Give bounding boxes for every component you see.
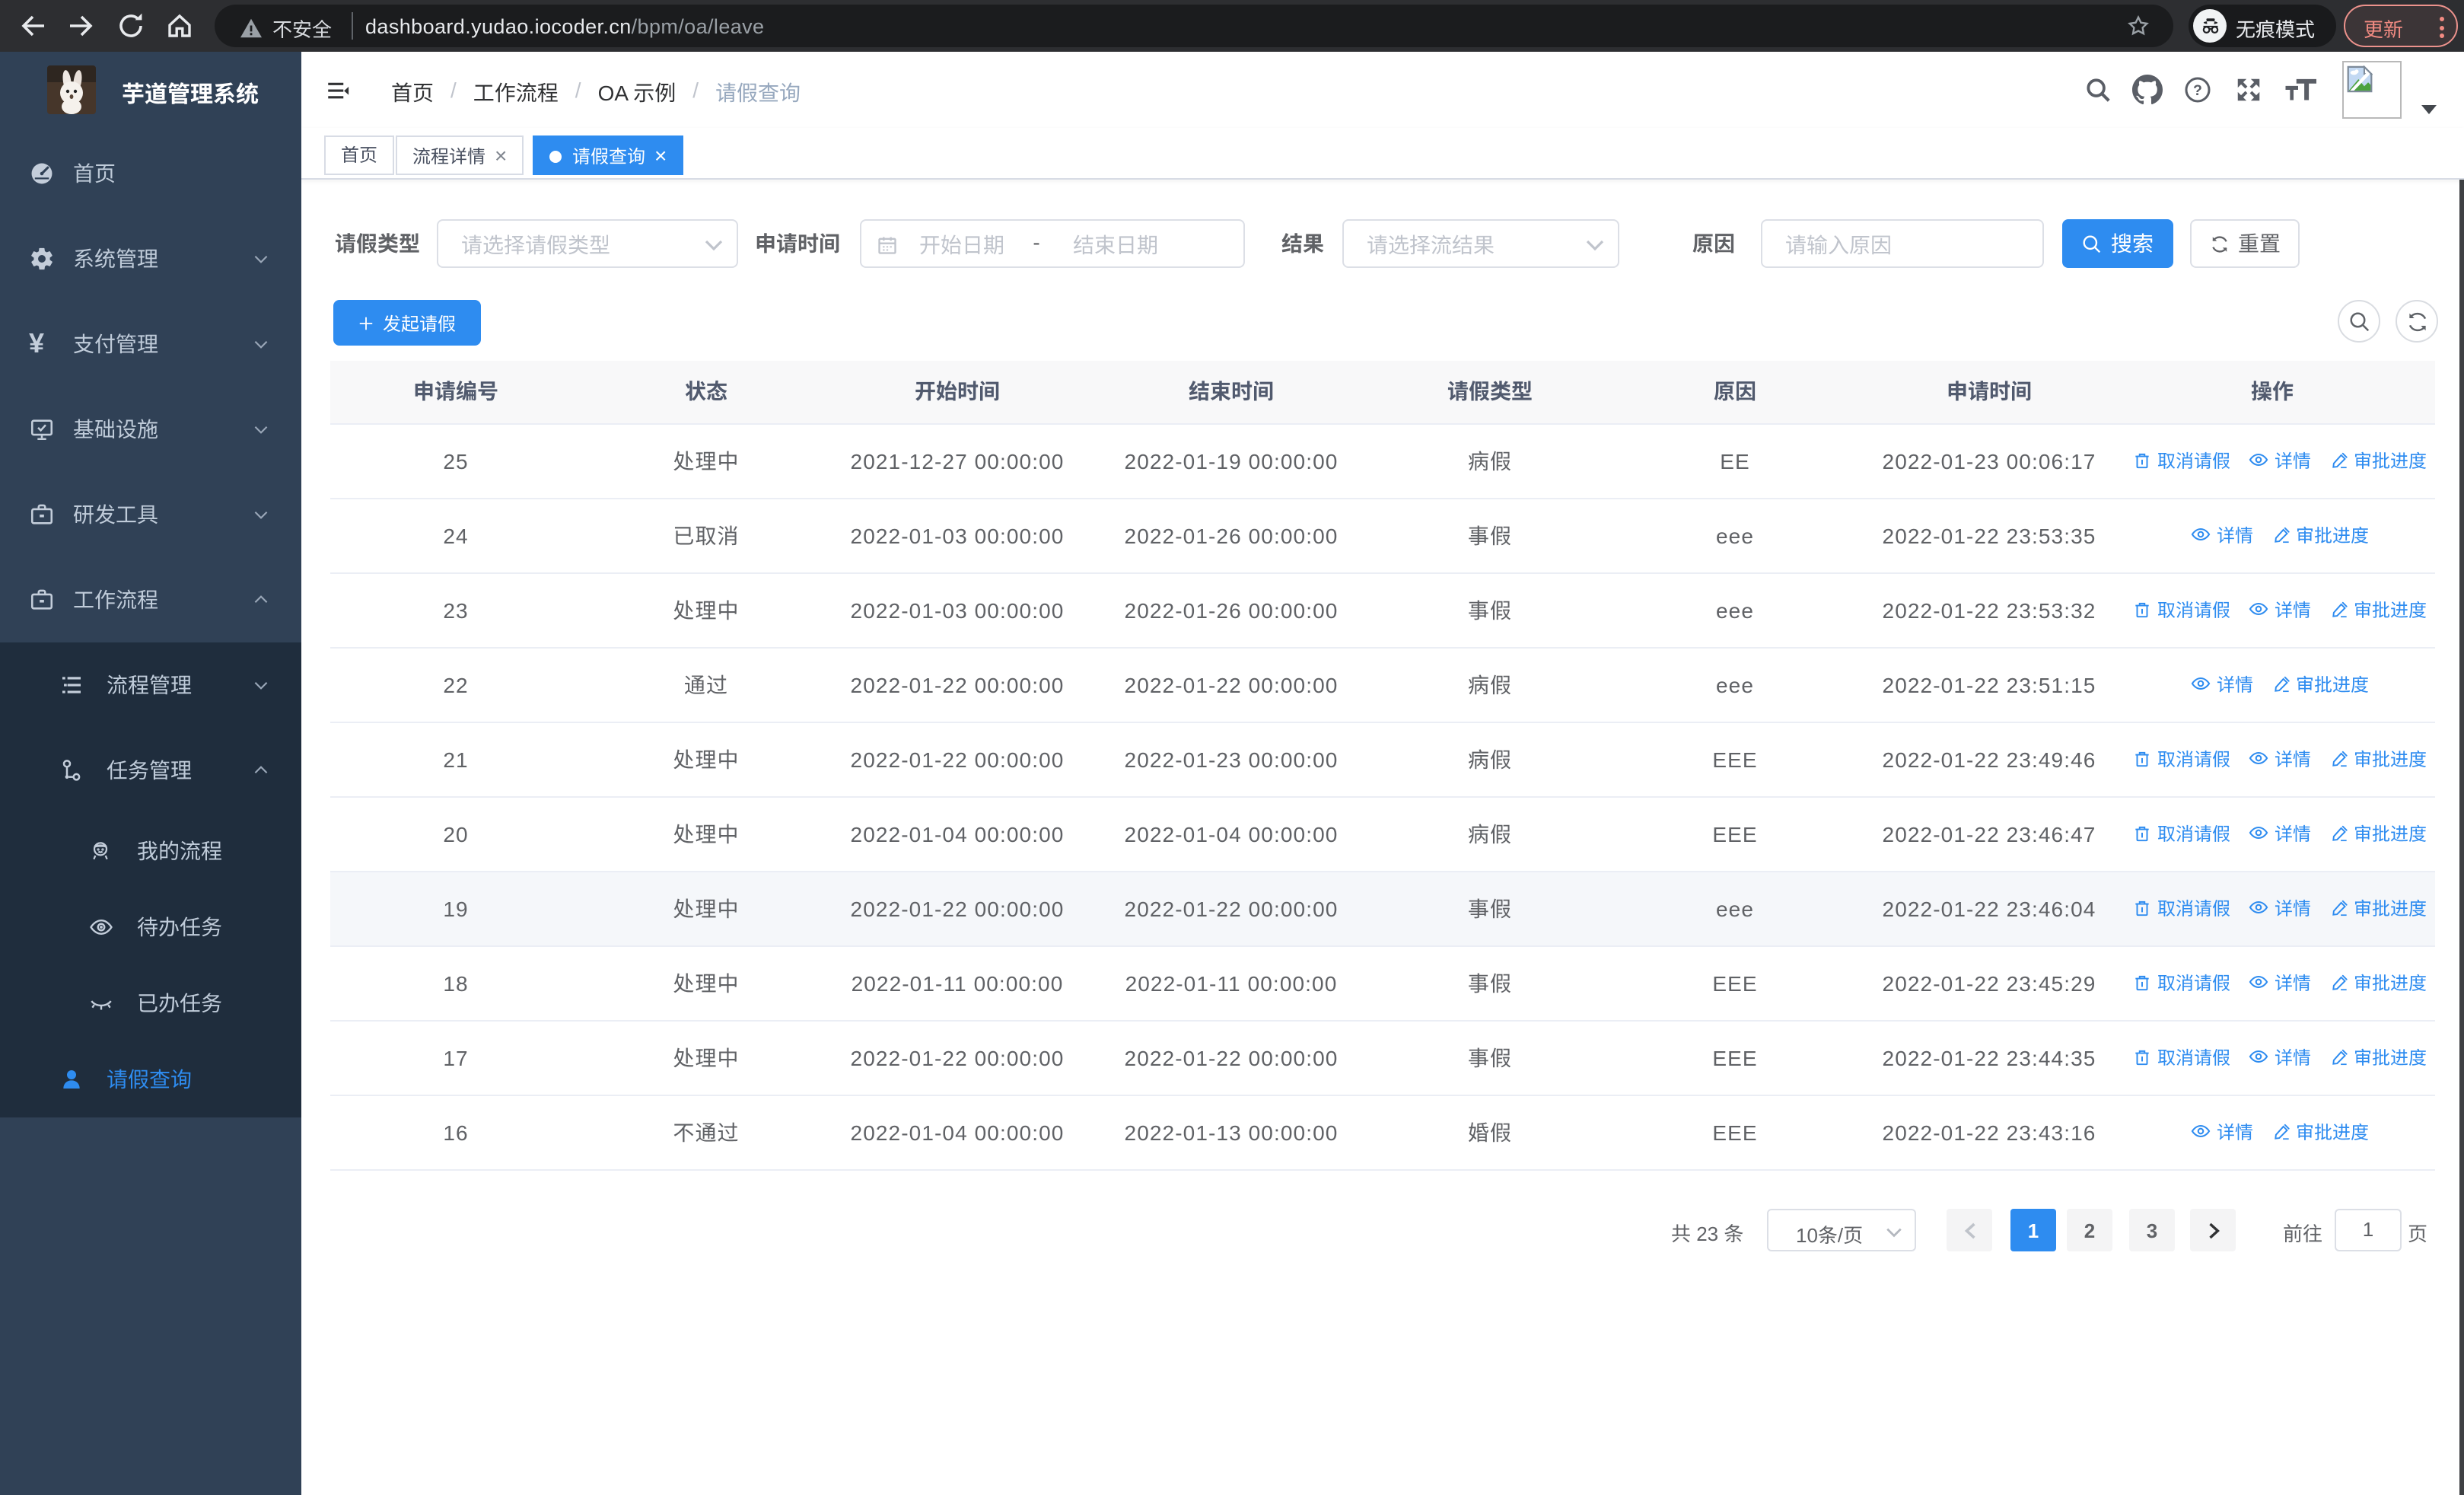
svg-text:?: ? xyxy=(2193,82,2202,99)
